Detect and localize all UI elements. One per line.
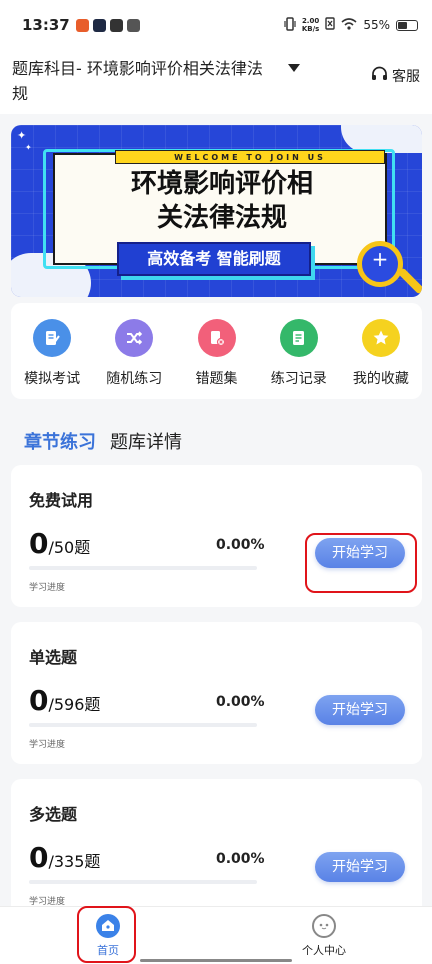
quick-actions: 模拟考试 随机练习 错题集 练习记录 我的收藏 xyxy=(11,303,422,399)
headset-icon xyxy=(371,66,388,86)
banner-welcome-text: WELCOME TO JOIN US xyxy=(115,150,385,164)
progress-track xyxy=(29,566,257,570)
tab-chapter-practice[interactable]: 章节练习 xyxy=(24,428,96,454)
wrong-questions-icon xyxy=(197,319,236,357)
nav-profile[interactable]: 个人中心 xyxy=(216,907,432,964)
progress-label: 学习进度 xyxy=(29,740,66,750)
app-notification-icon xyxy=(75,18,89,32)
question-set-card-single-choice: 单选题 0/596题 0.00% 学习进度 开始学习 xyxy=(11,622,422,764)
status-app-icons xyxy=(75,18,140,32)
progress-track xyxy=(29,880,257,884)
question-set-title: 免费试用 xyxy=(29,491,94,510)
plus-icon: + xyxy=(371,247,389,271)
customer-service-button[interactable]: 客服 xyxy=(371,66,420,86)
question-set-title: 单选题 xyxy=(29,648,78,667)
banner-headline-line1: 环境影响评价相 xyxy=(130,169,313,199)
quick-action-random-practice[interactable]: 随机练习 xyxy=(93,303,175,399)
sparkle-icon: ✦ xyxy=(17,129,27,142)
vibrate-icon xyxy=(284,16,296,34)
wifi-icon xyxy=(341,17,357,33)
record-icon xyxy=(279,319,318,357)
app-notification-icon xyxy=(126,18,140,32)
customer-service-label: 客服 xyxy=(392,69,420,85)
exam-icon xyxy=(33,319,72,357)
battery-icon xyxy=(396,19,418,31)
net-speed-value: 2.00 xyxy=(301,17,320,25)
bottom-nav: 首页 个人中心 xyxy=(0,906,432,964)
quick-action-label: 练习记录 xyxy=(270,371,327,387)
banner-headline: 环境影响评价相 关法律法规 xyxy=(63,167,381,235)
no-sim-icon xyxy=(325,17,336,33)
net-speed-unit: KB/s xyxy=(301,25,320,33)
start-learning-button[interactable]: 开始学习 xyxy=(315,852,405,882)
quick-action-label: 我的收藏 xyxy=(352,371,409,387)
questions-total: /596题 xyxy=(48,695,101,714)
status-bar: 13:37 2.00 KB/s 55% xyxy=(0,0,432,50)
profile-icon xyxy=(312,913,336,938)
gesture-bar[interactable] xyxy=(140,959,292,962)
question-count: 0/50题 xyxy=(29,527,90,560)
quick-action-label: 模拟考试 xyxy=(24,371,81,387)
question-count: 0/596题 xyxy=(29,684,100,717)
app-notification-icon xyxy=(92,18,106,32)
questions-done: 0 xyxy=(29,527,49,560)
sparkle-icon: ✦ xyxy=(25,143,32,152)
highlight-box xyxy=(77,906,136,963)
questions-total: /50题 xyxy=(48,538,91,557)
progress-percent: 0.00% xyxy=(216,694,265,710)
status-right: 2.00 KB/s 55% xyxy=(284,16,418,34)
nav-profile-label: 个人中心 xyxy=(302,943,346,957)
progress-track xyxy=(29,723,257,727)
questions-total: /335题 xyxy=(48,852,101,871)
progress-percent: 0.00% xyxy=(216,851,265,867)
questions-done: 0 xyxy=(29,684,49,717)
tab-bank-details[interactable]: 题库详情 xyxy=(110,428,182,454)
progress-label: 学习进度 xyxy=(29,583,66,593)
app-notification-icon xyxy=(109,18,123,32)
highlight-box xyxy=(305,533,417,593)
net-speed: 2.00 KB/s xyxy=(302,17,319,33)
status-time: 13:37 xyxy=(22,16,70,34)
questions-done: 0 xyxy=(29,841,49,874)
subject-dropdown-icon[interactable] xyxy=(288,64,300,72)
subject-title[interactable]: 题库科目- 环境影响评价相关法律法规 xyxy=(12,56,274,106)
question-set-card-multiple-choice: 多选题 0/335题 0.00% 学习进度 开始学习 xyxy=(11,779,422,921)
battery-percent: 55% xyxy=(363,18,390,32)
quick-action-wrong-questions[interactable]: 错题集 xyxy=(175,303,257,399)
question-set-title: 多选题 xyxy=(29,805,78,824)
question-count: 0/335题 xyxy=(29,841,100,874)
battery-level xyxy=(398,21,407,29)
shuffle-icon xyxy=(115,319,154,357)
banner-headline-line2: 关法律法规 xyxy=(156,203,287,233)
quick-action-mock-exam[interactable]: 模拟考试 xyxy=(11,303,93,399)
banner-tagline: 高效备考 智能刷题 xyxy=(117,242,311,276)
question-set-card-free-trial: 免费试用 0/50题 0.00% 学习进度 开始学习 xyxy=(11,465,422,607)
title-bar: 题库科目- 环境影响评价相关法律法规 客服 xyxy=(0,50,432,114)
quick-action-practice-record[interactable]: 练习记录 xyxy=(258,303,340,399)
quick-action-favorites[interactable]: 我的收藏 xyxy=(340,303,422,399)
quick-action-label: 错题集 xyxy=(195,371,238,387)
star-icon xyxy=(361,319,400,357)
start-learning-button[interactable]: 开始学习 xyxy=(315,695,405,725)
progress-percent: 0.00% xyxy=(216,537,265,553)
quick-action-label: 随机练习 xyxy=(106,371,163,387)
practice-tabs: 章节练习 题库详情 xyxy=(24,428,182,454)
promo-banner[interactable]: ✦ ✦ WELCOME TO JOIN US 环境影响评价相 关法律法规 高效备… xyxy=(11,125,422,297)
